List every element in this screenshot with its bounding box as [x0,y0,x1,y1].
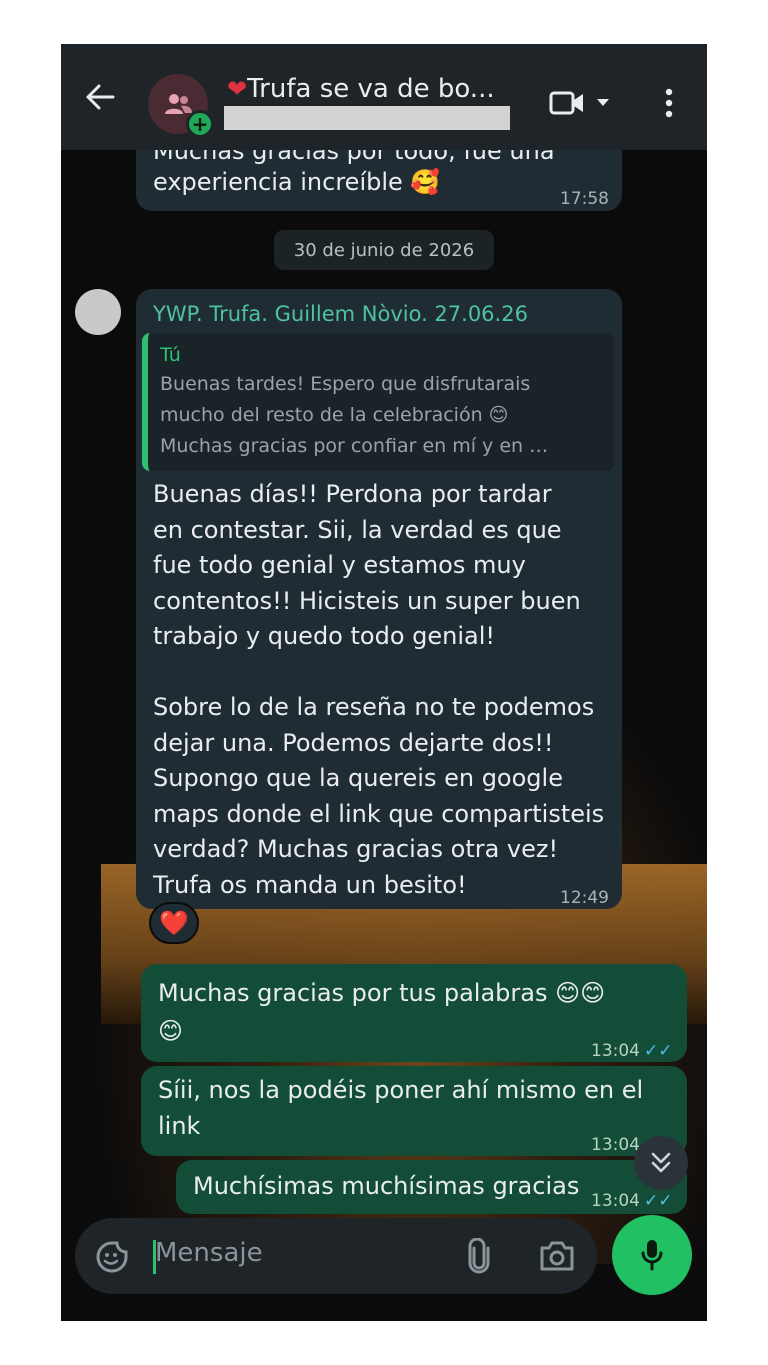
date-separator: 30 de junio de 2026 [274,230,494,270]
sender-avatar[interactable] [75,289,121,335]
message-bubble-incoming[interactable]: YWP. Trufa. Guillem Nòvio. 27.06.26 Tú B… [136,289,622,909]
message-time: 12:49 [560,888,609,908]
message-bubble-outgoing[interactable]: Muchísimas muchísimas gracias 13:04 ✓✓ [176,1160,687,1214]
sticker-icon[interactable] [95,1240,129,1274]
message-bubble-outgoing[interactable]: Síii, nos la podéis poner ahí mismo en e… [141,1066,687,1156]
arrow-left-icon[interactable] [85,84,115,110]
sender-name[interactable]: YWP. Trufa. Guillem Nòvio. 27.06.26 [153,297,528,332]
heart-icon: ❤ [227,75,248,103]
read-ticks-icon: ✓✓ [644,1191,673,1211]
read-ticks-icon: ✓✓ [644,1041,673,1061]
quoted-message[interactable]: Tú Buenas tardes! Espero que disfrutarai… [142,333,614,471]
add-icon: + [186,110,214,138]
video-call-icon[interactable] [549,90,585,116]
message-text: experiencia increíble 🥰 [153,168,441,196]
heart-reaction-icon[interactable]: ❤️ [149,902,199,944]
quote-text: Buenas tardes! Espero que disfrutarais m… [160,373,549,457]
message-text: Muchísimas muchísimas gracias [193,1172,580,1200]
more-vertical-icon[interactable] [665,88,673,118]
group-avatar[interactable]: + [148,74,214,138]
redacted-subtitle [224,106,510,130]
chat-title[interactable]: ❤Trufa se va de bo... [227,74,517,104]
double-chevron-down-icon [651,1152,671,1173]
paperclip-icon[interactable] [465,1238,493,1274]
microphone-icon [641,1240,663,1271]
chat-header: + ❤Trufa se va de bo... [61,44,707,150]
scroll-to-bottom-button[interactable] [634,1136,688,1190]
quote-author: Tú [160,344,181,366]
message-text: Muchas gracias por tus palabras 😊😊 😊 [158,979,606,1045]
message-input[interactable]: Mensaje [155,1238,263,1268]
group-icon [165,94,192,114]
message-text: Buenas días!! Perdona por tardar en cont… [153,480,605,899]
chat-screen: + ❤Trufa se va de bo... Muchas gracias p… [61,44,707,1321]
message-time: 17:58 [560,189,609,209]
camera-icon[interactable] [538,1240,576,1272]
message-composer[interactable]: Mensaje [75,1218,597,1294]
message-bubble-outgoing[interactable]: Muchas gracias por tus palabras 😊😊 😊 13:… [141,964,687,1062]
voice-message-button[interactable] [612,1215,692,1295]
chevron-down-icon[interactable] [596,98,610,108]
message-time: 13:04✓✓ [591,1041,673,1061]
message-text: Síii, nos la podéis poner ahí mismo en e… [158,1076,644,1140]
